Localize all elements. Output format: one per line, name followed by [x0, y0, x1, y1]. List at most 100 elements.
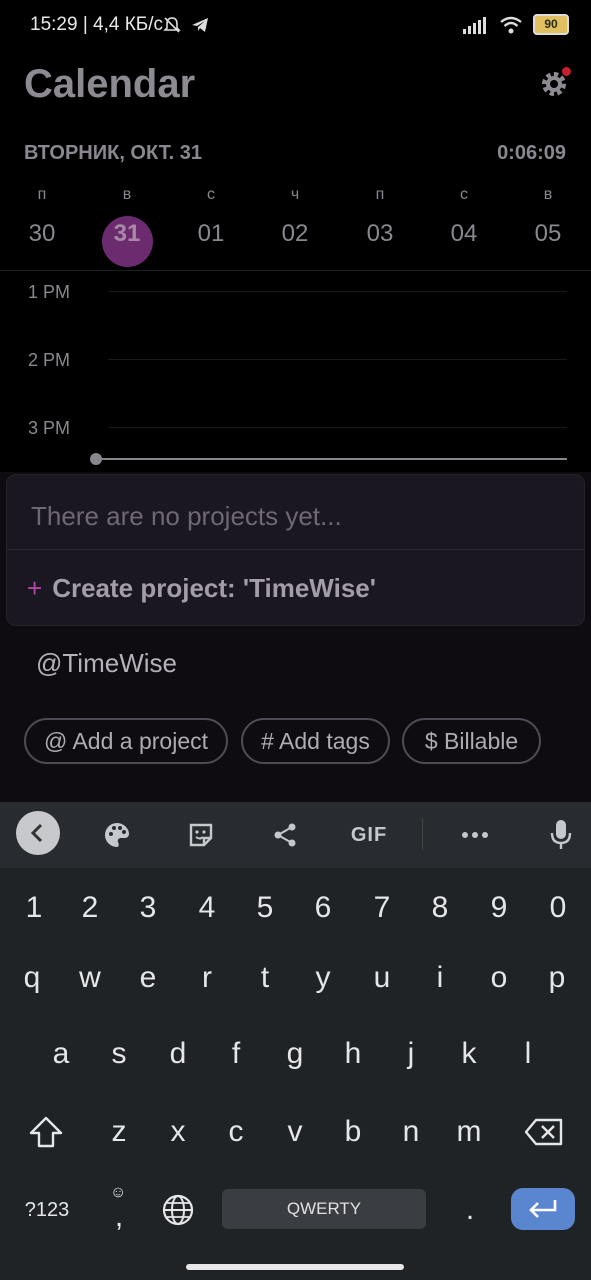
comma-label: ,	[114, 1200, 124, 1233]
status-bar: 15:29 | 4,4 КБ/с 90	[0, 0, 591, 52]
key-5[interactable]: 5	[239, 878, 291, 938]
key-b[interactable]: b	[327, 1102, 379, 1162]
key-v[interactable]: v	[269, 1102, 321, 1162]
backspace-key[interactable]	[516, 1102, 572, 1162]
day-number: 30	[28, 220, 56, 247]
symbols-key[interactable]: ?123	[14, 1180, 80, 1240]
key-o[interactable]: o	[473, 948, 525, 1008]
divider	[0, 270, 591, 271]
key-e[interactable]: e	[122, 948, 174, 1008]
running-timer: 0:06:09	[497, 142, 566, 164]
key-2[interactable]: 2	[64, 878, 116, 938]
wifi-icon	[500, 16, 522, 33]
settings-button[interactable]	[538, 67, 571, 100]
day-02[interactable]: ч 02	[268, 186, 322, 248]
palette-icon	[105, 823, 129, 847]
key-l[interactable]: l	[502, 1024, 554, 1084]
status-time: 15:29 | 4,4 КБ/с	[30, 14, 164, 35]
enter-key[interactable]	[511, 1188, 575, 1230]
emoji-icon: ☺	[110, 1184, 127, 1201]
telegram-icon	[192, 18, 208, 32]
key-6[interactable]: 6	[297, 878, 349, 938]
status-right: 90	[463, 14, 569, 35]
key-z[interactable]: z	[93, 1102, 145, 1162]
more-dots-icon	[462, 832, 488, 838]
voice-input-button[interactable]	[548, 818, 574, 852]
day-31[interactable]: в 31	[100, 186, 154, 248]
key-x[interactable]: x	[152, 1102, 204, 1162]
hour-label: 2 PM	[28, 350, 71, 370]
day-letter: с	[460, 186, 468, 203]
billable-chip[interactable]: $ Billable	[402, 718, 541, 764]
key-7[interactable]: 7	[356, 878, 408, 938]
key-0[interactable]: 0	[532, 878, 584, 938]
sticker-button[interactable]	[184, 818, 218, 852]
theme-button[interactable]	[100, 818, 134, 852]
hour-label: 1 PM	[28, 282, 71, 302]
key-i[interactable]: i	[414, 948, 466, 1008]
key-n[interactable]: n	[385, 1102, 437, 1162]
key-t[interactable]: t	[239, 948, 291, 1008]
key-8[interactable]: 8	[414, 878, 466, 938]
key-j[interactable]: j	[385, 1024, 437, 1084]
key-p[interactable]: p	[531, 948, 583, 1008]
key-m[interactable]: m	[443, 1102, 495, 1162]
day-number: 02	[281, 220, 309, 247]
collapse-toolbar-button[interactable]	[16, 811, 60, 855]
language-key[interactable]	[152, 1180, 204, 1240]
shift-icon	[29, 1116, 63, 1148]
key-k[interactable]: k	[443, 1024, 495, 1084]
key-4[interactable]: 4	[181, 878, 233, 938]
day-number: 04	[450, 220, 478, 247]
key-q[interactable]: q	[6, 948, 58, 1008]
globe-icon	[162, 1194, 194, 1226]
key-r[interactable]: r	[181, 948, 233, 1008]
mute-bell-icon	[163, 17, 181, 33]
key-9[interactable]: 9	[473, 878, 525, 938]
day-letter: п	[37, 186, 47, 203]
day-letter: в	[543, 186, 553, 203]
divider	[422, 818, 423, 850]
create-project-label: Create project: 'TimeWise'	[52, 573, 376, 603]
add-project-chip[interactable]: @ Add a project	[24, 718, 228, 764]
day-03[interactable]: п 03	[353, 186, 407, 248]
sticker-icon	[189, 823, 213, 847]
period-key[interactable]: .	[444, 1180, 496, 1240]
share-button[interactable]	[270, 818, 300, 852]
key-a[interactable]: a	[35, 1024, 87, 1084]
day-number: 05	[534, 220, 562, 247]
key-s[interactable]: s	[93, 1024, 145, 1084]
notification-dot	[562, 67, 571, 76]
emoji-comma-key[interactable]: ☺ ,	[96, 1180, 142, 1240]
key-g[interactable]: g	[269, 1024, 321, 1084]
hour-line	[108, 427, 567, 428]
day-04[interactable]: с 04	[437, 186, 491, 248]
key-3[interactable]: 3	[122, 878, 174, 938]
date-row: ВТОРНИК, ОКТ. 31 0:06:09	[24, 142, 566, 168]
hour-line	[108, 359, 567, 360]
key-d[interactable]: d	[152, 1024, 204, 1084]
key-f[interactable]: f	[210, 1024, 262, 1084]
plus-icon: +	[27, 573, 43, 603]
day-01[interactable]: с 01	[184, 186, 238, 248]
entry-description-input[interactable]: @TimeWise	[36, 648, 177, 679]
create-project-button[interactable]: + Create project: 'TimeWise'	[27, 573, 376, 604]
space-key[interactable]: QWERTY	[222, 1189, 426, 1229]
key-u[interactable]: u	[356, 948, 408, 1008]
key-y[interactable]: y	[297, 948, 349, 1008]
chevron-left-icon	[30, 823, 43, 843]
more-button[interactable]	[458, 818, 492, 852]
day-number: 31	[113, 220, 141, 247]
day-letter: в	[122, 186, 132, 203]
add-tags-chip[interactable]: # Add tags	[241, 718, 390, 764]
key-1[interactable]: 1	[8, 878, 60, 938]
day-05[interactable]: в 05	[521, 186, 575, 248]
key-h[interactable]: h	[327, 1024, 379, 1084]
day-30[interactable]: п 30	[15, 186, 69, 248]
gesture-bar[interactable]	[186, 1264, 404, 1270]
gif-button[interactable]: GIF	[348, 818, 390, 852]
key-w[interactable]: w	[64, 948, 116, 1008]
key-c[interactable]: c	[210, 1102, 262, 1162]
shift-key[interactable]	[20, 1102, 72, 1162]
date-label: ВТОРНИК, ОКТ. 31	[24, 142, 203, 164]
